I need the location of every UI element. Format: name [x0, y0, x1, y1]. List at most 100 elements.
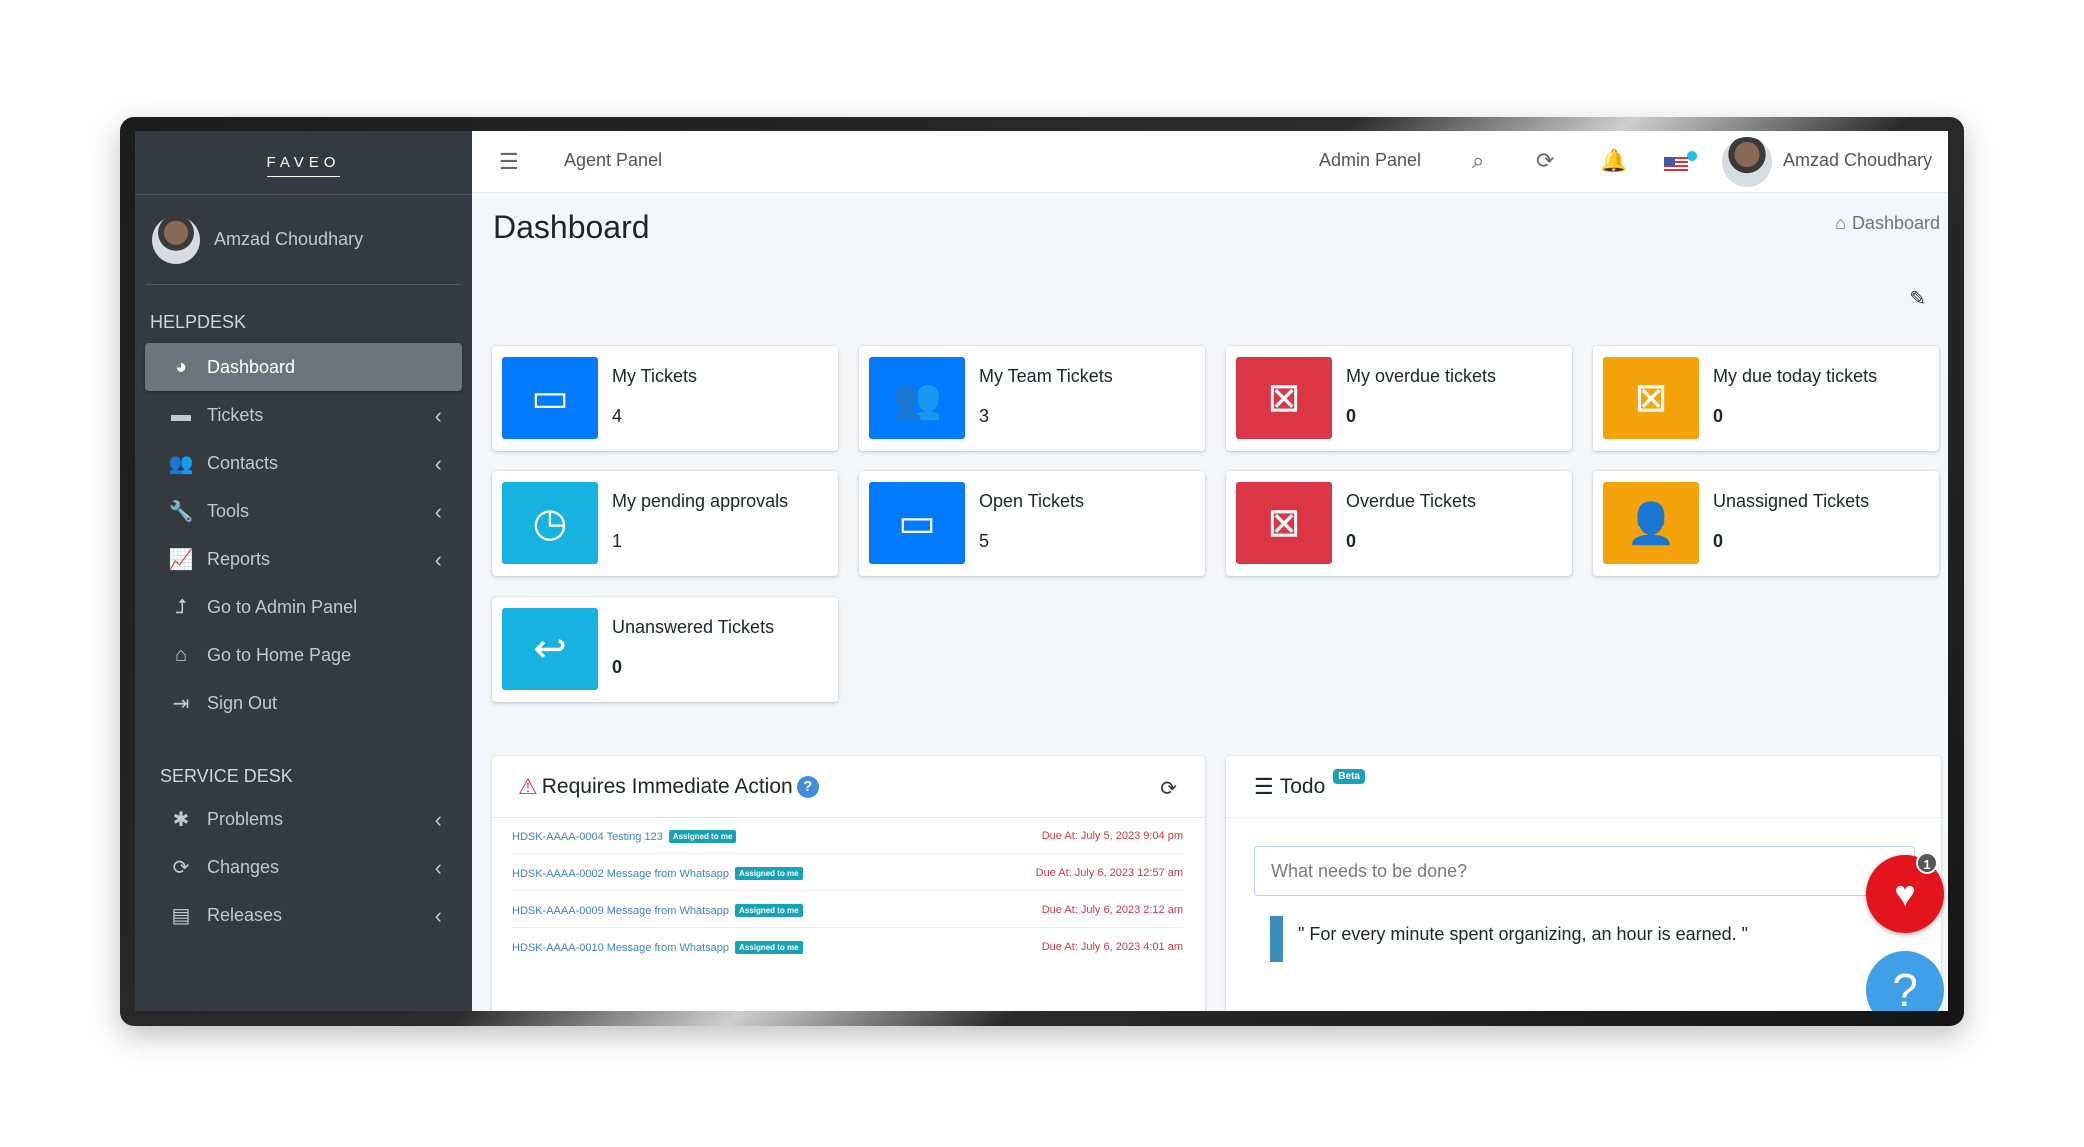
nav-header-helpdesk: HELPDESK: [150, 312, 247, 332]
assigned-badge: Assigned to me: [735, 941, 803, 954]
sidebar-item-reports[interactable]: 📈 Reports ‹: [145, 535, 462, 583]
sidebar-item-tools[interactable]: 🔧 Tools ‹: [145, 487, 462, 535]
card-value: 1: [612, 531, 623, 551]
ticket-link[interactable]: HDSK-AAAA-0002 Message from Whatsapp Assi…: [512, 867, 803, 880]
sign-out-icon: ⇥: [172, 692, 190, 715]
search-icon[interactable]: ⌕: [1472, 148, 1484, 174]
card-label: My due today tickets: [1713, 366, 1878, 386]
due-date: Due At: July 6, 2023 12:57 am: [1035, 867, 1183, 879]
chevron-left-icon: ‹: [434, 903, 442, 928]
hamburger-menu-icon[interactable]: ☰: [499, 149, 519, 175]
chevron-left-icon: ‹: [434, 403, 442, 428]
card-value: 0: [1713, 531, 1724, 551]
panel-title: Requires Immediate Action: [541, 774, 793, 798]
sidebar-item-releases[interactable]: ▤ Releases ‹: [145, 891, 462, 939]
card-my-pending-approvals[interactable]: ◷ My pending approvals 1: [492, 471, 838, 576]
card-overdue-tickets[interactable]: ⊠ Overdue Tickets 0: [1226, 471, 1572, 576]
chevron-left-icon: ‹: [434, 451, 442, 476]
release-icon: ▤: [171, 904, 191, 927]
quote-bar: [1270, 916, 1283, 962]
sidebar-item-home-page[interactable]: ⌂ Go to Home Page: [145, 631, 462, 679]
sidebar: FAVEO Amzad Choudhary HELPDESK ◕ Dashboa…: [135, 131, 472, 1011]
card-value: 0: [1346, 406, 1357, 426]
table-row[interactable]: HDSK-AAAA-0010 Message from Whatsapp Assi…: [512, 929, 1183, 965]
ticket-link[interactable]: HDSK-AAAA-0009 Message from Whatsapp Assi…: [512, 904, 803, 917]
wrench-icon: 🔧: [168, 500, 194, 523]
inbox-icon: ▭: [502, 357, 598, 439]
card-value: 4: [612, 406, 623, 426]
sidebar-item-dashboard[interactable]: ◕ Dashboard: [145, 343, 462, 391]
card-value: 0: [1713, 406, 1724, 426]
admin-panel-link[interactable]: Admin Panel: [1319, 150, 1421, 171]
card-value: 5: [979, 531, 990, 551]
dashboard-icon: ◕: [174, 355, 188, 378]
card-label: My Team Tickets: [979, 366, 1113, 386]
sidebar-item-problems[interactable]: ✱ Problems ‹: [145, 795, 462, 843]
beta-badge: Beta: [1333, 769, 1365, 784]
assigned-badge: Assigned to me: [735, 904, 803, 917]
page-title: Dashboard: [493, 209, 650, 245]
user-panel[interactable]: Amzad Choudhary: [146, 195, 461, 285]
sidebar-item-changes[interactable]: ⟳ Changes ‹: [145, 843, 462, 891]
sidebar-item-tickets[interactable]: ▬ Tickets ‹: [145, 391, 462, 439]
bell-icon[interactable]: 🔔: [1600, 148, 1627, 174]
card-value: 0: [1346, 531, 1357, 551]
card-my-due-today-tickets[interactable]: ⊠ My due today tickets 0: [1593, 346, 1939, 451]
level-up-icon: ⮥: [175, 595, 187, 618]
home-icon: ⌂: [174, 643, 188, 666]
card-my-overdue-tickets[interactable]: ⊠ My overdue tickets 0: [1226, 346, 1572, 451]
warning-icon: ⚠: [518, 773, 538, 799]
avatar[interactable]: [1722, 137, 1772, 187]
sidebar-item-label: Tools: [207, 500, 250, 521]
sidebar-item-contacts[interactable]: 👥 Contacts ‹: [145, 439, 462, 487]
avatar: [152, 215, 200, 264]
edit-icon[interactable]: ✎: [1909, 286, 1926, 311]
ticket-link[interactable]: HDSK-AAAA-0004 Testing 123 Assigned to me: [512, 830, 737, 843]
assigned-badge: Assigned to me: [735, 867, 803, 880]
us-flag-icon[interactable]: [1664, 157, 1688, 173]
sidebar-user-name[interactable]: Amzad Choudhary: [214, 229, 363, 250]
card-label: Overdue Tickets: [1346, 491, 1477, 511]
card-value: 3: [979, 406, 990, 426]
notification-dot: [1687, 151, 1697, 161]
sidebar-item-label: Releases: [207, 904, 283, 925]
refresh-icon[interactable]: ⟳: [1160, 776, 1177, 801]
header-user-name[interactable]: Amzad Choudhary: [1783, 150, 1932, 171]
panel-header: ☰ Todo Beta: [1226, 756, 1941, 818]
faveo-logo[interactable]: FAVEO: [266, 154, 341, 177]
refresh-icon[interactable]: ⟳: [1536, 148, 1554, 174]
immediate-action-panel: ⚠ Requires Immediate Action ? ⟳ HDSK-AAA…: [492, 756, 1205, 1011]
table-row[interactable]: HDSK-AAAA-0002 Message from Whatsapp Assi…: [512, 855, 1183, 891]
app-screen: FAVEO Amzad Choudhary HELPDESK ◕ Dashboa…: [135, 131, 1948, 1011]
sidebar-item-label: Changes: [207, 856, 280, 877]
calendar-x-icon: ⊠: [1603, 357, 1699, 439]
card-label: My pending approvals: [612, 491, 789, 511]
sidebar-item-label: Contacts: [207, 452, 279, 473]
calendar-x-icon: ⊠: [1236, 357, 1332, 439]
sidebar-item-label: Go to Admin Panel: [207, 596, 358, 617]
breadcrumb-label: Dashboard: [1851, 213, 1940, 233]
card-my-tickets[interactable]: ▭ My Tickets 4: [492, 346, 838, 451]
ticket-link[interactable]: HDSK-AAAA-0010 Message from Whatsapp Assi…: [512, 941, 803, 954]
table-row[interactable]: HDSK-AAAA-0009 Message from Whatsapp Assi…: [512, 892, 1183, 928]
sidebar-item-admin-panel[interactable]: ⮥ Go to Admin Panel: [145, 583, 462, 631]
todo-quote: " For every minute spent organizing, an …: [1298, 924, 1749, 944]
calendar-x-icon: ⊠: [1236, 482, 1332, 564]
agent-panel-link[interactable]: Agent Panel: [564, 150, 662, 171]
help-circle-icon[interactable]: ?: [796, 775, 819, 798]
sidebar-item-label: Reports: [207, 548, 271, 569]
card-unanswered-tickets[interactable]: ↩ Unanswered Tickets 0: [492, 597, 838, 702]
breadcrumb[interactable]: ⌂ Dashboard: [1835, 213, 1940, 234]
refresh-icon: ⟳: [172, 856, 190, 879]
table-row[interactable]: HDSK-AAAA-0004 Testing 123 Assigned to me…: [512, 818, 1183, 854]
user-x-icon: 👤: [1603, 482, 1699, 564]
card-unassigned-tickets[interactable]: 👤 Unassigned Tickets 0: [1593, 471, 1939, 576]
inbox-icon: ▭: [869, 482, 965, 564]
sidebar-item-label: Sign Out: [207, 692, 278, 713]
card-my-team-tickets[interactable]: 👥 My Team Tickets 3: [859, 346, 1205, 451]
card-label: My overdue tickets: [1346, 366, 1497, 386]
card-open-tickets[interactable]: ▭ Open Tickets 5: [859, 471, 1205, 576]
todo-input[interactable]: [1254, 846, 1915, 896]
todo-panel: ☰ Todo Beta " For every minute spent org…: [1226, 756, 1941, 1011]
sidebar-item-sign-out[interactable]: ⇥ Sign Out: [145, 679, 462, 727]
